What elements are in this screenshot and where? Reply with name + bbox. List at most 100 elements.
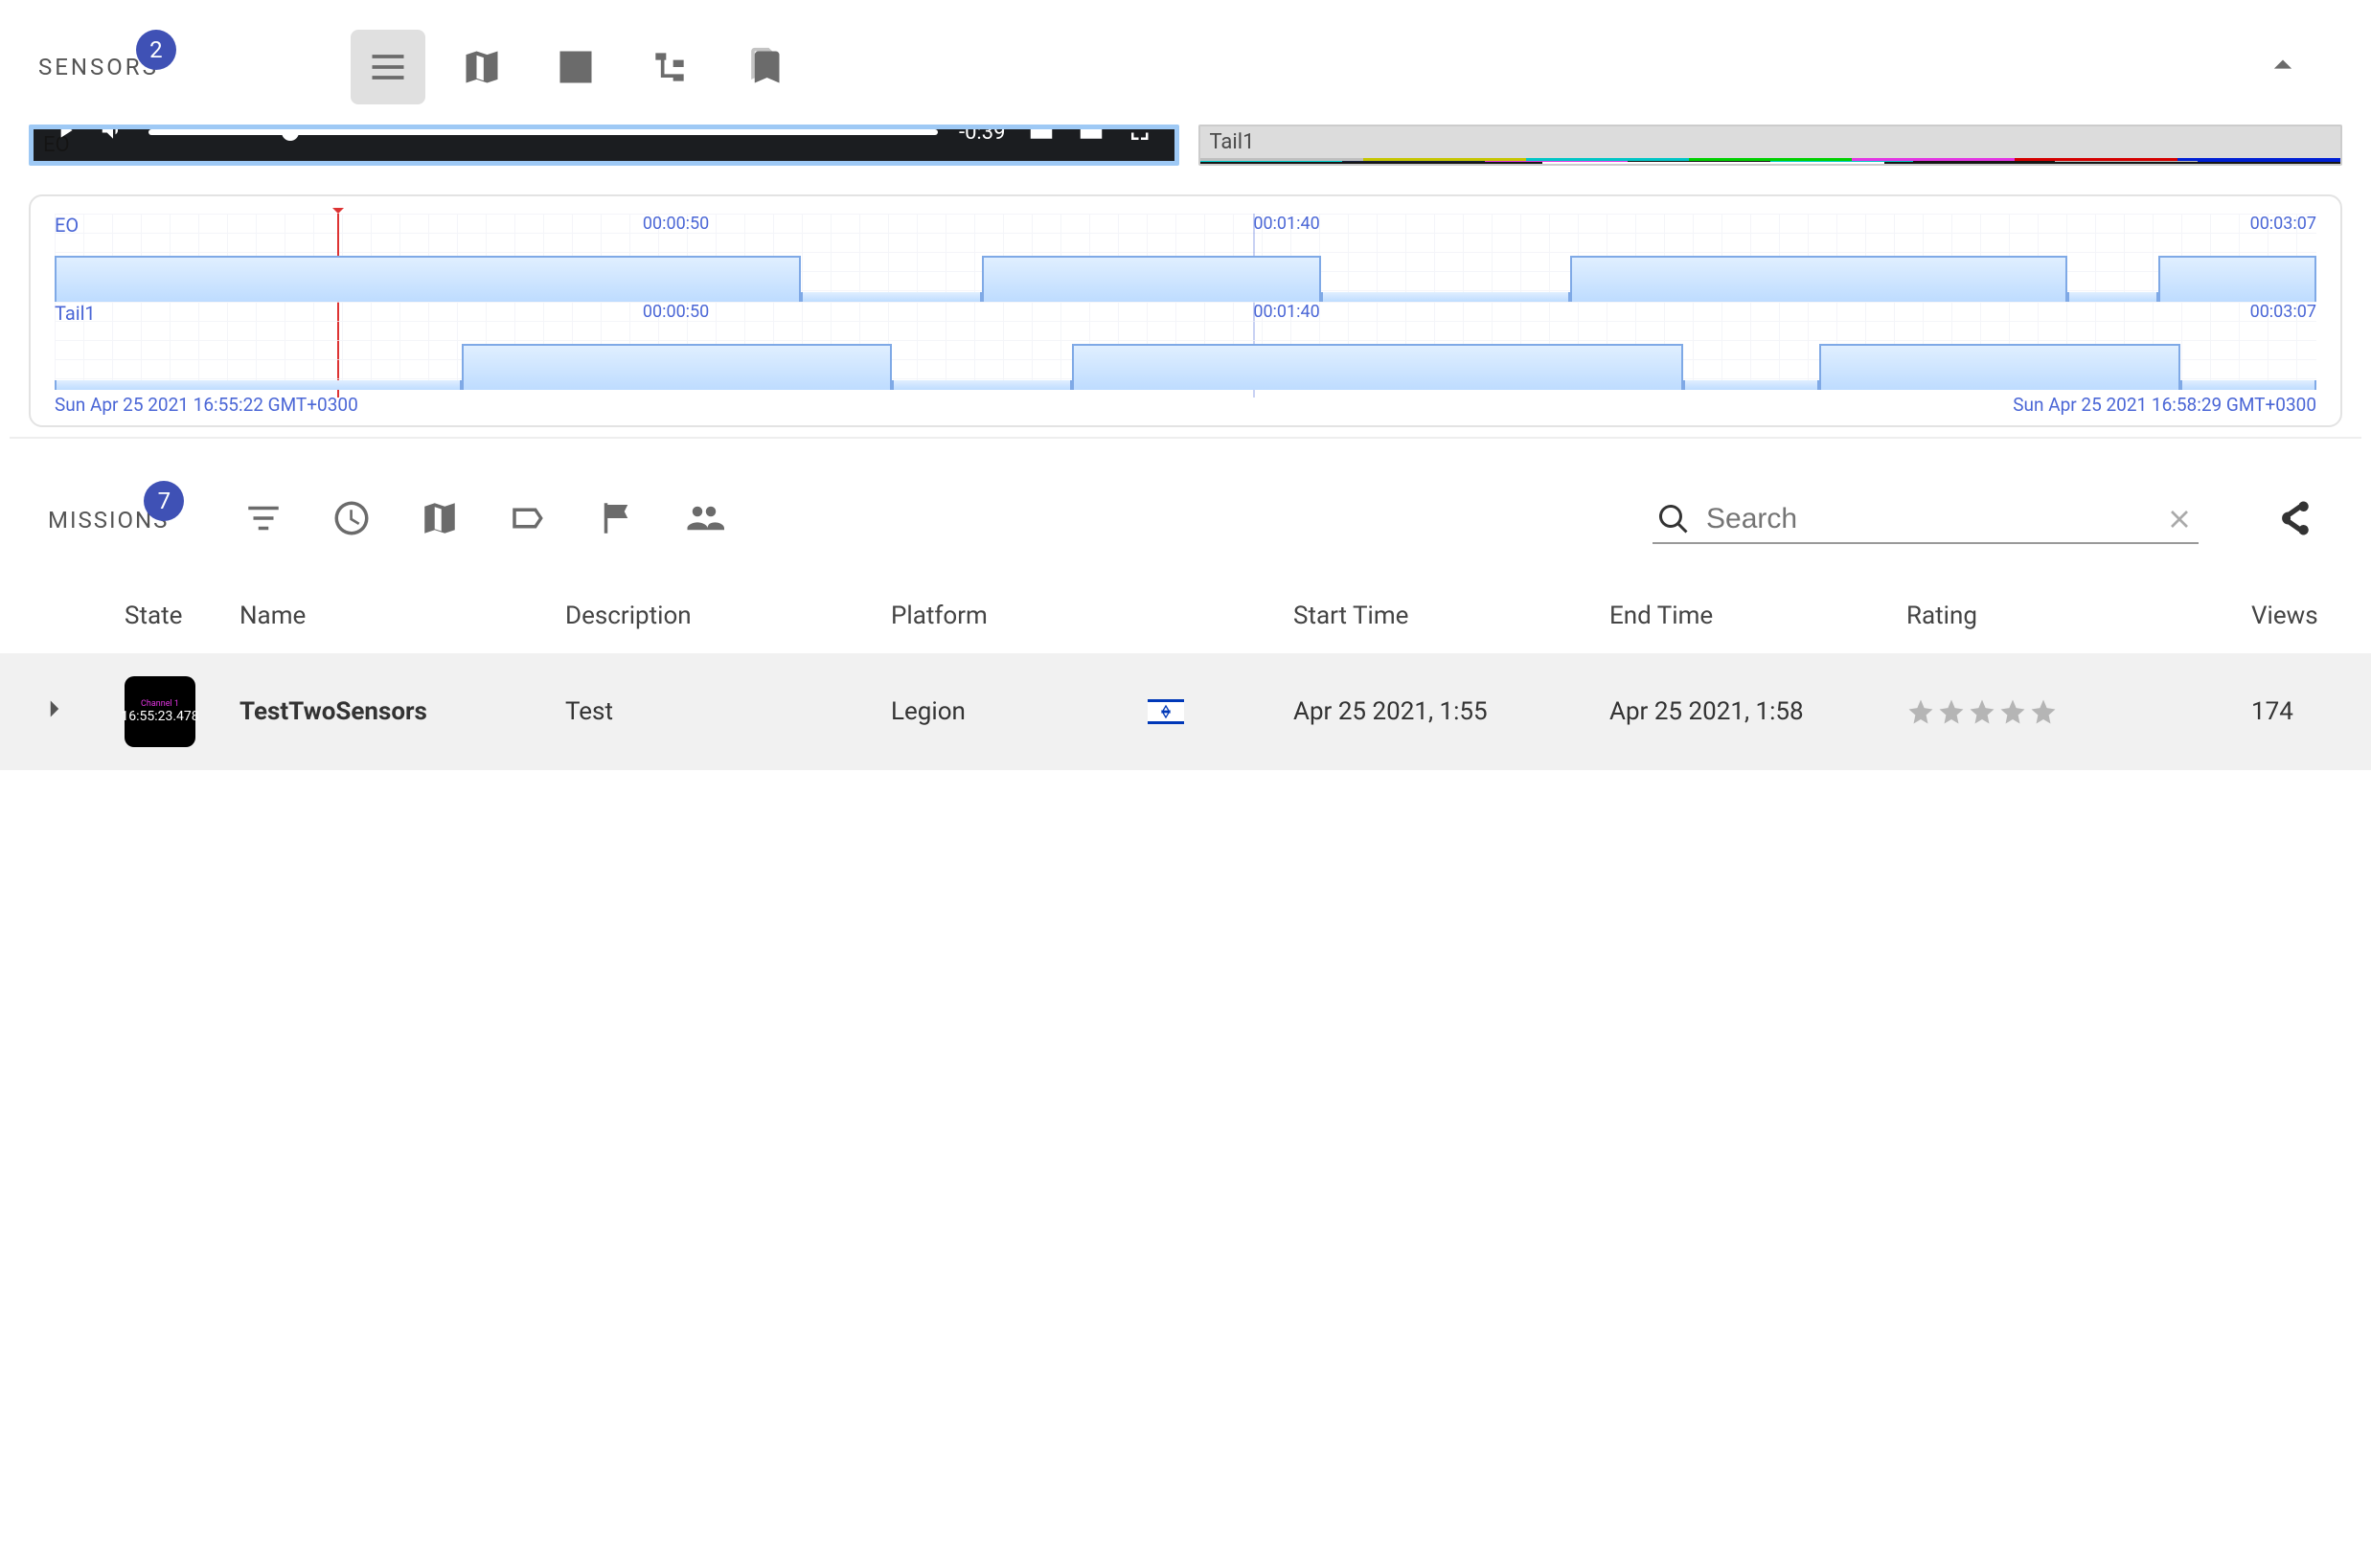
chevron-up-icon <box>2262 44 2304 86</box>
sensors-view-switch <box>351 30 801 104</box>
cc-button[interactable] <box>1027 125 1056 148</box>
timeline-mark: 00:00:50 <box>643 214 709 234</box>
pip-icon <box>1077 125 1106 145</box>
col-state[interactable]: State <box>125 602 239 630</box>
col-end[interactable]: End Time <box>1609 602 1906 630</box>
timeline-card: EO 00:00:50 00:01:40 00:03:07 Tail1 00:0… <box>29 194 2342 427</box>
map-alt-icon <box>555 46 597 88</box>
missions-title-wrap: MISSIONS 7 <box>48 507 169 534</box>
flag-icon <box>596 498 636 538</box>
row-rating[interactable] <box>1906 697 2251 726</box>
pip-button[interactable] <box>1077 125 1106 148</box>
star-icon <box>2029 697 2058 726</box>
map-icon <box>420 498 460 538</box>
timeline-row-tail1[interactable]: Tail1 00:00:50 00:01:40 00:03:07 <box>55 302 2316 390</box>
filter-icon <box>243 498 284 538</box>
video-controls: -0:39 <box>34 125 1174 161</box>
cc-icon <box>1027 125 1056 145</box>
clock-icon <box>331 498 372 538</box>
timeline-footer: Sun Apr 25 2021 16:55:22 GMT+0300 Sun Ap… <box>55 390 2316 416</box>
missions-toolbar: MISSIONS 7 <box>0 458 2371 554</box>
row-start: Apr 25 2021, 1:55 <box>1293 697 1609 726</box>
video-panel-tail1[interactable]: Tail1 <box>1198 125 2343 166</box>
star-icon <box>1998 697 2027 726</box>
view-map-button[interactable] <box>445 30 519 104</box>
view-tree-button[interactable] <box>632 30 707 104</box>
filter-button[interactable] <box>243 498 284 542</box>
list-icon <box>367 46 409 88</box>
missions-filter-icons <box>243 498 724 542</box>
flag-filter-button[interactable] <box>596 498 636 542</box>
col-rating[interactable]: Rating <box>1906 602 2251 630</box>
expand-row-button[interactable] <box>38 693 125 732</box>
time-filter-button[interactable] <box>331 498 372 542</box>
thumb-timecode: 16:55:23.478 <box>121 709 198 724</box>
collapse-sensors-chevron[interactable] <box>2262 44 2304 90</box>
seek-bar[interactable] <box>148 129 938 135</box>
fullscreen-icon <box>1127 125 1155 145</box>
col-views[interactable]: Views <box>2251 602 2371 630</box>
map-icon <box>461 46 503 88</box>
bookmarks-icon <box>742 46 785 88</box>
video-panel-eo[interactable]: EO Sunday, April 25, 2021 Impleo IMPLEOT… <box>29 125 1179 166</box>
timeline-mark: 00:00:50 <box>643 302 709 322</box>
panel-tail1-title: Tail1 <box>1200 126 2341 158</box>
clear-search-icon[interactable] <box>2164 504 2195 534</box>
sensors-count-badge: 2 <box>136 30 176 70</box>
missions-table-header: State Name Description Platform Start Ti… <box>0 554 2371 653</box>
sensors-toolbar: SENSORS 2 <box>0 0 2371 125</box>
volume-icon <box>99 125 127 145</box>
map-filter-button[interactable] <box>420 498 460 542</box>
row-name: TestTwoSensors <box>239 697 565 726</box>
row-platform: Legion <box>891 697 1293 726</box>
col-name[interactable]: Name <box>239 602 565 630</box>
play-button[interactable] <box>53 125 78 147</box>
tree-icon <box>649 46 691 88</box>
star-icon <box>1937 697 1966 726</box>
tag-icon <box>508 498 548 538</box>
chevron-right-icon <box>38 693 71 725</box>
star-icon <box>1968 697 1996 726</box>
video-panels-row: EO Sunday, April 25, 2021 Impleo IMPLEOT… <box>0 125 2371 166</box>
color-bars <box>1200 158 2341 164</box>
missions-count-badge: 7 <box>144 481 184 521</box>
mission-thumbnail: Channel 1 16:55:23.478 <box>125 676 195 747</box>
people-filter-button[interactable] <box>684 498 724 542</box>
view-list-button[interactable] <box>351 30 425 104</box>
timeline-start-label: Sun Apr 25 2021 16:55:22 GMT+0300 <box>55 394 358 416</box>
share-icon <box>2273 498 2314 538</box>
col-description[interactable]: Description <box>565 602 891 630</box>
flag-icon-il <box>1148 699 1184 724</box>
col-platform[interactable]: Platform <box>891 602 1293 630</box>
search-bar[interactable] <box>1653 496 2199 544</box>
timeline-mark: 00:01:40 <box>1253 214 1319 234</box>
tag-filter-button[interactable] <box>508 498 548 542</box>
view-map-alt-button[interactable] <box>538 30 613 104</box>
people-icon <box>684 498 724 538</box>
row-description: Test <box>565 697 891 726</box>
col-start[interactable]: Start Time <box>1293 602 1609 630</box>
time-remaining: -0:39 <box>959 125 1006 145</box>
timeline-label-eo: EO <box>55 214 79 237</box>
table-row[interactable]: Channel 1 16:55:23.478 TestTwoSensors Te… <box>0 653 2371 770</box>
timeline-mark: 00:03:07 <box>2250 302 2316 322</box>
view-bookmarks-button[interactable] <box>726 30 801 104</box>
timeline-row-eo[interactable]: EO 00:00:50 00:01:40 00:03:07 <box>55 214 2316 302</box>
timeline-mark: 00:01:40 <box>1253 302 1319 322</box>
sensors-title-wrap: SENSORS 2 <box>38 54 159 80</box>
share-button[interactable] <box>2273 498 2314 542</box>
row-end: Apr 25 2021, 1:58 <box>1609 697 1906 726</box>
search-input[interactable] <box>1706 503 2149 535</box>
timeline-mark: 00:03:07 <box>2250 214 2316 234</box>
row-platform-name: Legion <box>891 697 966 726</box>
timeline-label-tail1: Tail1 <box>55 302 96 325</box>
panel-tail1-body[interactable] <box>1200 158 2341 164</box>
row-thumb: Channel 1 16:55:23.478 <box>125 676 239 747</box>
seek-thumb[interactable] <box>282 125 299 141</box>
timeline-end-label: Sun Apr 25 2021 16:58:29 GMT+0300 <box>2013 394 2316 416</box>
volume-button[interactable] <box>99 125 127 148</box>
play-icon <box>53 125 78 143</box>
fullscreen-button[interactable] <box>1127 125 1155 148</box>
search-icon <box>1656 502 1691 536</box>
row-views: 174 <box>2251 697 2371 726</box>
